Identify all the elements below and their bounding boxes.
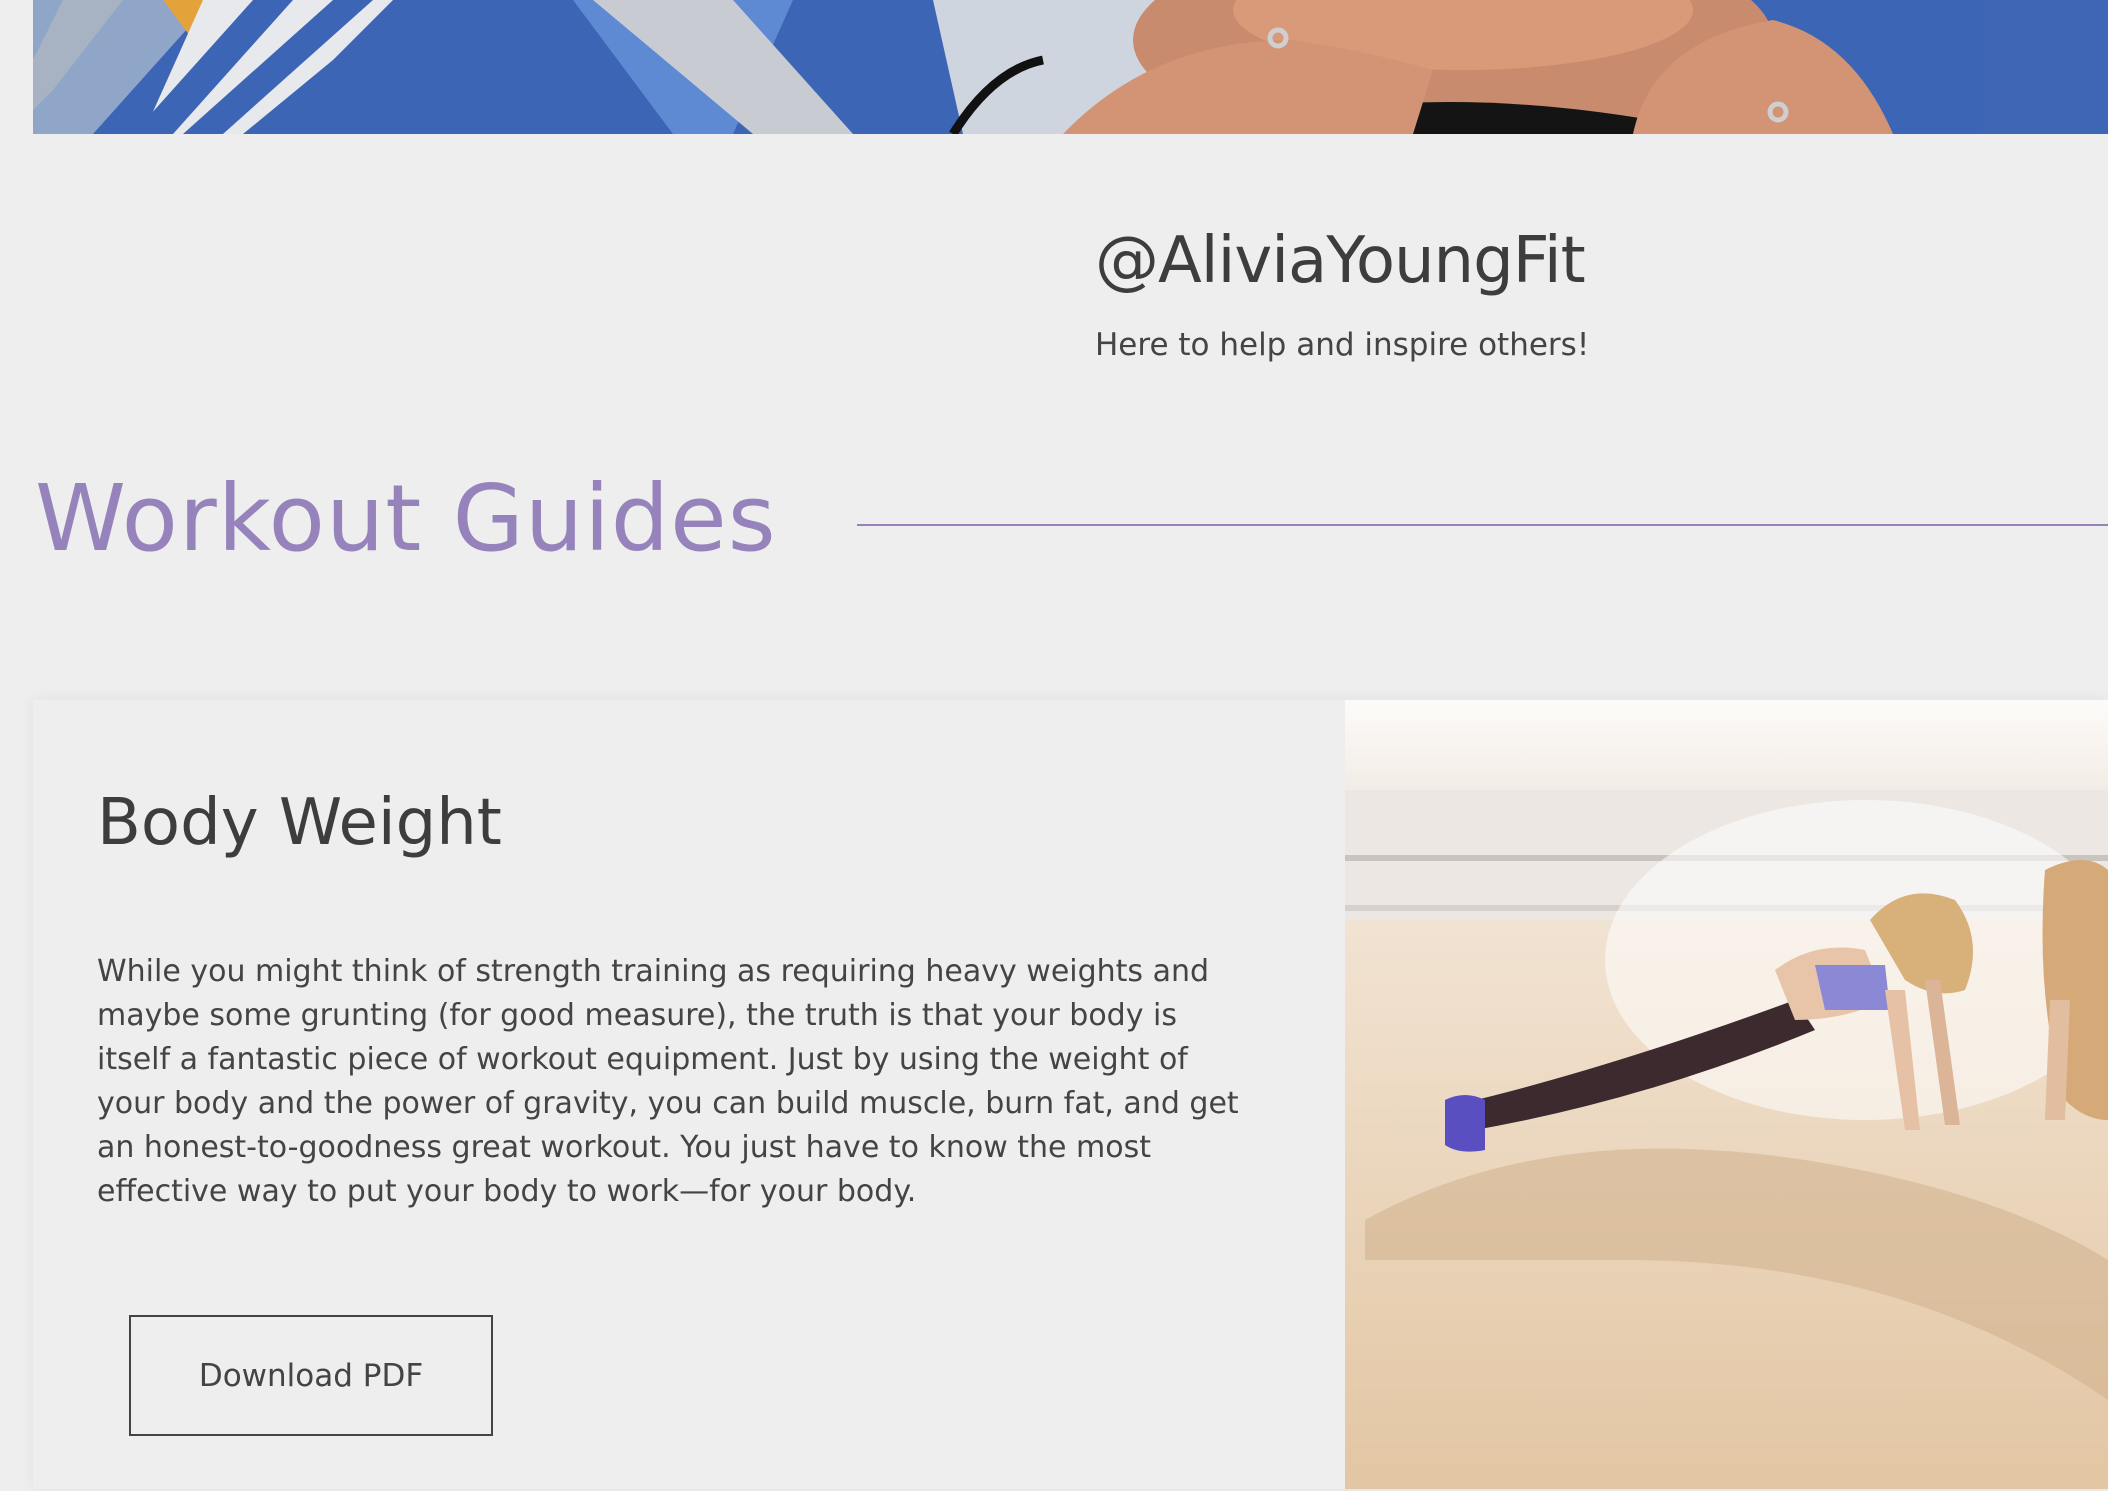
hero-photo-illustration	[33, 0, 2108, 134]
guide-photo	[1345, 700, 2108, 1489]
section-divider	[857, 524, 2108, 526]
guide-photo-illustration	[1345, 700, 2108, 1489]
download-pdf-button[interactable]: Download PDF	[129, 1315, 493, 1436]
section-title: Workout Guides	[35, 465, 777, 572]
profile-handle: @AliviaYoungFit	[1095, 224, 1586, 298]
profile: @AliviaYoungFit Here to help and inspire…	[1095, 218, 1615, 364]
guide-title: Body Weight	[97, 786, 502, 860]
hero-photo	[33, 0, 2108, 134]
guide-description: While you might think of strength traini…	[97, 954, 1239, 1209]
profile-tagline: Here to help and inspire others!	[1095, 327, 1590, 363]
